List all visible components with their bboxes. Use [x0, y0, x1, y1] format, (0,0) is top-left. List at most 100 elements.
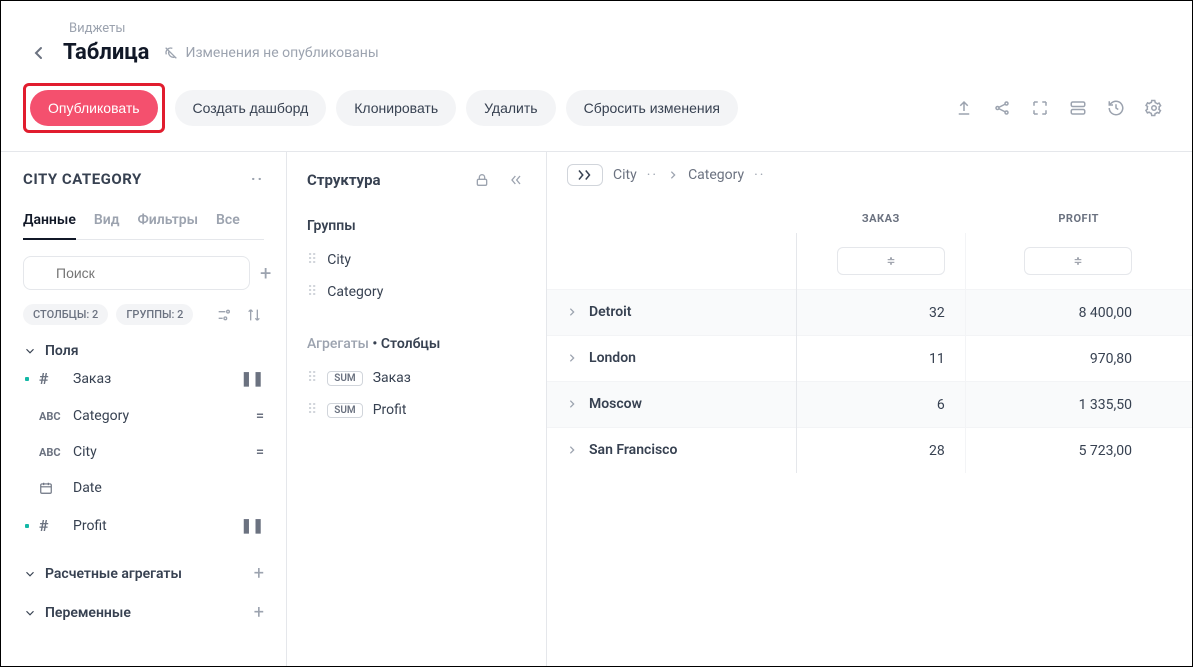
field-name: Profit — [73, 518, 107, 534]
field-item[interactable]: Date — [23, 470, 264, 506]
crumb-city[interactable]: City — [613, 167, 637, 183]
aggregate-name: Заказ — [373, 370, 411, 386]
chevron-down-icon — [23, 344, 37, 358]
upload-icon[interactable] — [954, 98, 974, 118]
table-row[interactable]: San Francisco 285 723,00 — [547, 428, 1192, 474]
aggregates-columns-label: Агрегаты • Столбцы — [307, 336, 526, 352]
widget-menu[interactable]: ·· — [251, 170, 264, 188]
table-row[interactable]: London11970,80 — [547, 336, 1192, 382]
layout-icon[interactable] — [1068, 98, 1088, 118]
field-item[interactable]: ABC City = — [23, 434, 264, 470]
table-row[interactable]: Detroit 328 400,00 — [547, 290, 1192, 336]
fields-section-toggle[interactable]: Поля — [23, 343, 264, 359]
back-button[interactable] — [29, 43, 49, 63]
field-name: Date — [73, 480, 102, 496]
expand-icon[interactable] — [1030, 98, 1050, 118]
date-type-icon — [39, 481, 63, 495]
expand-row-icon[interactable] — [567, 307, 577, 317]
active-marker — [25, 377, 29, 381]
cell-order: 32 — [796, 290, 965, 336]
collapse-panel-icon[interactable] — [506, 170, 526, 190]
active-marker — [25, 414, 29, 418]
pause-icon[interactable]: ❚❚ — [241, 518, 264, 534]
field-item[interactable]: ABC Category = — [23, 398, 264, 434]
expand-row-icon[interactable] — [567, 353, 577, 363]
row-name: Detroit — [589, 304, 631, 320]
tab-view[interactable]: Вид — [94, 212, 120, 239]
text-type-icon: ABC — [39, 410, 63, 423]
equals-icon[interactable]: = — [256, 408, 264, 424]
reset-button[interactable]: Сбросить изменения — [566, 90, 738, 126]
unpublished-icon — [163, 45, 179, 61]
structure-title: Структура — [307, 171, 381, 189]
drag-handle-icon[interactable]: ⠿ — [307, 370, 317, 386]
drag-handle-icon[interactable]: ⠿ — [307, 252, 317, 268]
group-name: Category — [327, 284, 383, 300]
unpublished-status: Изменения не опубликованы — [163, 45, 378, 61]
expand-all-button[interactable] — [567, 164, 603, 186]
delete-button[interactable]: Удалить — [466, 90, 555, 126]
row-name: San Francisco — [589, 442, 677, 458]
equals-icon[interactable]: = — [256, 444, 264, 460]
sort-icon[interactable] — [244, 305, 264, 325]
table-row[interactable]: Moscow61 335,50 — [547, 382, 1192, 428]
add-aggregate-button[interactable]: + — [254, 563, 264, 584]
create-dashboard-button[interactable]: Создать дашборд — [175, 90, 327, 126]
drag-handle-icon[interactable]: ⠿ — [307, 402, 317, 418]
cell-profit: 5 723,00 — [965, 428, 1192, 474]
drag-handle-icon[interactable]: ⠿ — [307, 284, 317, 300]
aggregate-item[interactable]: ⠿ SUM Заказ — [307, 362, 526, 394]
tab-all[interactable]: Все — [216, 212, 240, 239]
expand-row-icon[interactable] — [567, 399, 577, 409]
aggregate-item[interactable]: ⠿ SUM Profit — [307, 394, 526, 426]
crumb-category[interactable]: Category — [688, 167, 744, 183]
chevron-down-icon — [23, 567, 37, 581]
aggregate-tag: SUM — [327, 403, 362, 418]
share-icon[interactable] — [992, 98, 1012, 118]
groups-badge[interactable]: ГРУППЫ: 2 — [116, 304, 193, 325]
field-name: Category — [73, 408, 129, 424]
expand-row-icon[interactable] — [567, 445, 577, 455]
tab-data[interactable]: Данные — [23, 212, 76, 240]
filter-settings-icon[interactable] — [214, 305, 234, 325]
clone-button[interactable]: Клонировать — [336, 90, 456, 126]
field-item[interactable]: #Profit❚❚ — [23, 506, 264, 545]
active-marker — [25, 486, 29, 490]
group-item[interactable]: ⠿ City — [307, 244, 526, 276]
widget-name: CITY CATEGORY — [23, 170, 142, 188]
publish-highlight: Опубликовать — [23, 83, 165, 133]
active-marker — [25, 524, 29, 528]
field-name: City — [73, 444, 97, 460]
cell-profit: 8 400,00 — [965, 290, 1192, 336]
cell-order: 28 — [796, 428, 965, 474]
group-item[interactable]: ⠿ Category — [307, 276, 526, 308]
col-header-profit[interactable]: PROFIT — [965, 198, 1192, 233]
col-header-order[interactable]: ЗАКАЗ — [796, 198, 965, 233]
tab-filters[interactable]: Фильтры — [137, 212, 198, 239]
group-name: City — [327, 252, 351, 268]
add-field-button[interactable]: + — [260, 261, 271, 285]
columns-badge[interactable]: СТОЛБЦЫ: 2 — [23, 304, 108, 325]
field-item[interactable]: #Заказ❚❚ — [23, 359, 264, 398]
pause-icon[interactable]: ❚❚ — [241, 371, 264, 387]
lock-icon[interactable] — [472, 170, 492, 190]
history-icon[interactable] — [1106, 98, 1126, 118]
page-title: Таблица — [63, 40, 149, 65]
breadcrumb[interactable]: Виджеты — [69, 21, 1164, 36]
aggregates-section-toggle[interactable]: Расчетные агрегаты + — [23, 563, 264, 584]
row-name: London — [589, 350, 636, 366]
aggregate-tag: SUM — [327, 371, 362, 386]
search-input[interactable] — [23, 256, 250, 290]
publish-button[interactable]: Опубликовать — [30, 90, 158, 126]
text-type-icon: ABC — [39, 446, 63, 459]
variables-section-toggle[interactable]: Переменные + — [23, 602, 264, 623]
add-variable-button[interactable]: + — [254, 602, 264, 623]
aggregate-name: Profit — [373, 402, 407, 418]
filter-profit[interactable] — [1024, 247, 1132, 275]
settings-icon[interactable] — [1144, 98, 1164, 118]
cell-profit: 970,80 — [965, 336, 1192, 382]
row-name: Moscow — [589, 396, 642, 412]
filter-order[interactable] — [837, 247, 945, 275]
cell-order: 6 — [796, 382, 965, 428]
number-type-icon: # — [39, 369, 63, 388]
